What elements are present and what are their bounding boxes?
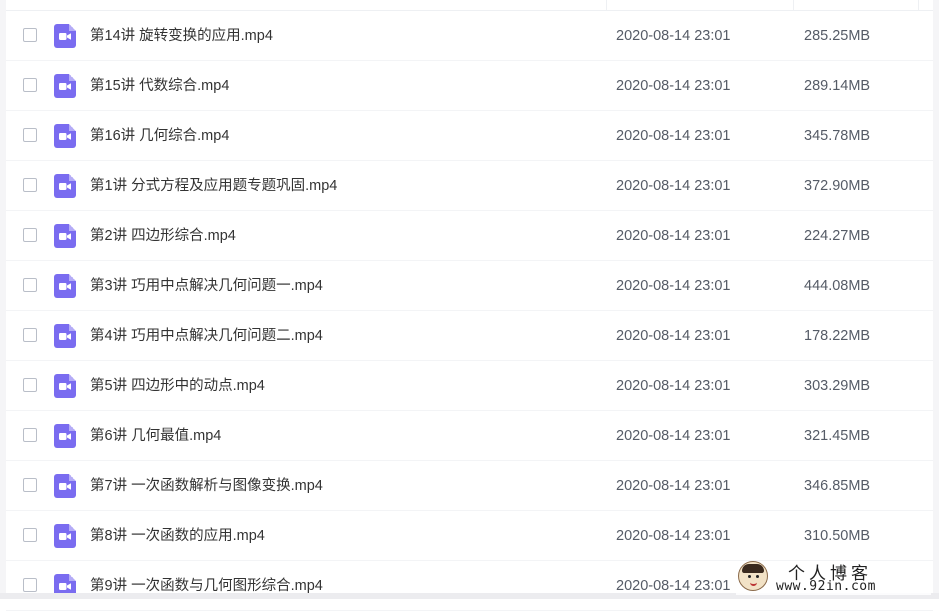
select-checkbox[interactable] xyxy=(23,478,37,492)
file-row[interactable]: 第2讲 四边形综合.mp4 2020-08-14 23:01 224.27MB xyxy=(6,211,933,261)
file-row[interactable]: 第4讲 巧用中点解决几何问题二.mp4 2020-08-14 23:01 178… xyxy=(6,311,933,361)
file-row[interactable]: 第15讲 代数综合.mp4 2020-08-14 23:01 289.14MB xyxy=(6,61,933,111)
video-file-icon xyxy=(54,324,76,348)
file-name[interactable]: 第3讲 巧用中点解决几何问题一.mp4 xyxy=(90,261,323,311)
file-size: 303.29MB xyxy=(804,378,871,394)
modified-date: 2020-08-14 23:01 xyxy=(616,578,731,594)
file-row[interactable]: 第5讲 四边形中的动点.mp4 2020-08-14 23:01 303.29M… xyxy=(6,361,933,411)
file-size: 345.78MB xyxy=(804,128,871,144)
select-checkbox[interactable] xyxy=(23,128,37,142)
file-size: 289.14MB xyxy=(804,78,871,94)
file-size: 178.22MB xyxy=(804,328,871,344)
file-name[interactable]: 第7讲 一次函数解析与图像变换.mp4 xyxy=(90,461,323,511)
file-size: 444.08MB xyxy=(804,278,871,294)
video-file-icon xyxy=(54,374,76,398)
file-size: 346.85MB xyxy=(804,478,871,494)
select-checkbox[interactable] xyxy=(23,428,37,442)
file-name[interactable]: 第2讲 四边形综合.mp4 xyxy=(90,211,236,261)
modified-date: 2020-08-14 23:01 xyxy=(616,128,731,144)
select-checkbox[interactable] xyxy=(23,178,37,192)
file-row[interactable]: 第6讲 几何最值.mp4 2020-08-14 23:01 321.45MB xyxy=(6,411,933,461)
modified-date: 2020-08-14 23:01 xyxy=(616,28,731,44)
file-name[interactable]: 第6讲 几何最值.mp4 xyxy=(90,411,221,461)
file-size: 372.90MB xyxy=(804,178,871,194)
avatar-icon xyxy=(738,561,768,591)
modified-date: 2020-08-14 23:01 xyxy=(616,278,731,294)
file-name[interactable]: 第5讲 四边形中的动点.mp4 xyxy=(90,361,265,411)
file-name[interactable]: 第16讲 几何综合.mp4 xyxy=(90,111,229,161)
video-file-icon xyxy=(54,124,76,148)
file-size: 321.45MB xyxy=(804,428,871,444)
file-name[interactable]: 第1讲 分式方程及应用题专题巩固.mp4 xyxy=(90,161,337,211)
file-row[interactable]: 第16讲 几何综合.mp4 2020-08-14 23:01 345.78MB xyxy=(6,111,933,161)
file-name[interactable]: 第15讲 代数综合.mp4 xyxy=(90,61,229,111)
file-row[interactable]: 第7讲 一次函数解析与图像变换.mp4 2020-08-14 23:01 346… xyxy=(6,461,933,511)
file-name[interactable]: 第8讲 一次函数的应用.mp4 xyxy=(90,511,265,561)
video-file-icon xyxy=(54,24,76,48)
video-file-icon xyxy=(54,224,76,248)
window-frame-right xyxy=(933,0,939,599)
video-file-icon xyxy=(54,174,76,198)
video-file-icon xyxy=(54,524,76,548)
modified-date: 2020-08-14 23:01 xyxy=(616,428,731,444)
select-checkbox[interactable] xyxy=(23,28,37,42)
select-checkbox[interactable] xyxy=(23,328,37,342)
file-list: 第14讲 旋转变换的应用.mp4 2020-08-14 23:01 285.25… xyxy=(6,11,933,611)
file-name[interactable]: 第9讲 一次函数与几何图形综合.mp4 xyxy=(90,561,323,611)
modified-date: 2020-08-14 23:01 xyxy=(616,328,731,344)
video-file-icon xyxy=(54,74,76,98)
modified-date: 2020-08-14 23:01 xyxy=(616,478,731,494)
modified-date: 2020-08-14 23:01 xyxy=(616,178,731,194)
file-row[interactable]: 第14讲 旋转变换的应用.mp4 2020-08-14 23:01 285.25… xyxy=(6,11,933,61)
file-size: 310.50MB xyxy=(804,528,871,544)
video-file-icon xyxy=(54,474,76,498)
select-checkbox[interactable] xyxy=(23,78,37,92)
select-checkbox[interactable] xyxy=(23,378,37,392)
select-checkbox[interactable] xyxy=(23,578,37,592)
file-row[interactable]: 第3讲 巧用中点解决几何问题一.mp4 2020-08-14 23:01 444… xyxy=(6,261,933,311)
file-name[interactable]: 第14讲 旋转变换的应用.mp4 xyxy=(90,11,273,61)
modified-date: 2020-08-14 23:01 xyxy=(616,78,731,94)
file-size: 224.27MB xyxy=(804,228,871,244)
site-watermark: 个人博客 www.92in.com xyxy=(736,561,931,595)
watermark-url: www.92in.com xyxy=(776,579,876,594)
select-checkbox[interactable] xyxy=(23,278,37,292)
modified-date: 2020-08-14 23:01 xyxy=(616,228,731,244)
file-row[interactable]: 第1讲 分式方程及应用题专题巩固.mp4 2020-08-14 23:01 37… xyxy=(6,161,933,211)
file-name[interactable]: 第4讲 巧用中点解决几何问题二.mp4 xyxy=(90,311,323,361)
select-checkbox[interactable] xyxy=(23,228,37,242)
select-checkbox[interactable] xyxy=(23,528,37,542)
modified-date: 2020-08-14 23:01 xyxy=(616,528,731,544)
video-file-icon xyxy=(54,424,76,448)
modified-date: 2020-08-14 23:01 xyxy=(616,378,731,394)
video-file-icon xyxy=(54,274,76,298)
file-size: 285.25MB xyxy=(804,28,871,44)
file-row[interactable]: 第8讲 一次函数的应用.mp4 2020-08-14 23:01 310.50M… xyxy=(6,511,933,561)
